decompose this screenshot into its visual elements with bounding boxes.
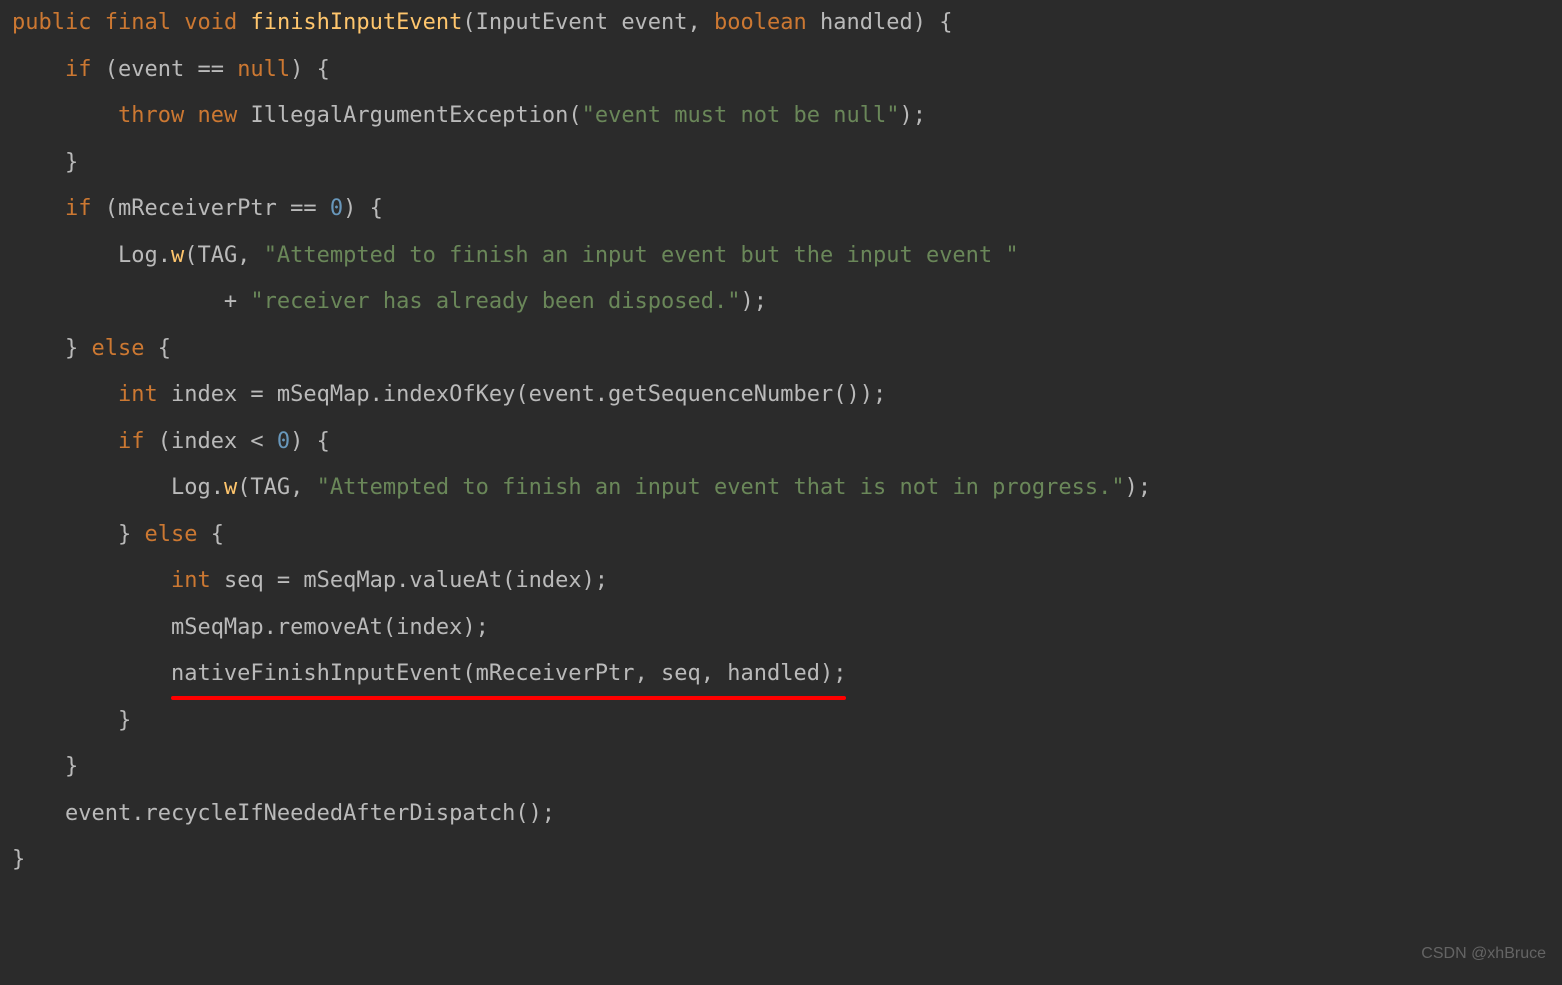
- t: mSeqMap.removeAt(index);: [171, 615, 489, 640]
- str: "receiver has already been disposed.": [250, 289, 740, 314]
- t: (TAG,: [237, 475, 316, 500]
- t: ) {: [343, 196, 383, 221]
- str: "Attempted to finish an input event that…: [317, 475, 1125, 500]
- kw-void: void: [184, 10, 237, 35]
- fn: w: [224, 475, 237, 500]
- red-underline: [171, 696, 847, 700]
- t: +: [224, 289, 251, 314]
- cls: IllegalArgumentException(: [237, 103, 581, 128]
- highlighted-call: nativeFinishInputEvent(mReceiverPtr, seq…: [171, 651, 847, 698]
- t: }: [118, 522, 145, 547]
- t: (event ==: [91, 57, 237, 82]
- kw-throw: throw: [118, 103, 184, 128]
- t: (mReceiverPtr ==: [91, 196, 329, 221]
- params: (InputEvent event,: [462, 10, 714, 35]
- t: );: [1125, 475, 1152, 500]
- str: "event must not be null": [582, 103, 900, 128]
- t: index = mSeqMap.indexOfKey(event.getSequ…: [158, 382, 886, 407]
- t: {: [197, 522, 224, 547]
- brace: }: [65, 754, 78, 779]
- kw-new: new: [197, 103, 237, 128]
- params2: handled) {: [807, 10, 953, 35]
- kw-if: if: [65, 57, 92, 82]
- kw-int: int: [118, 382, 158, 407]
- kw-if: if: [118, 429, 145, 454]
- num: 0: [330, 196, 343, 221]
- t: ) {: [290, 57, 330, 82]
- t: ) {: [290, 429, 330, 454]
- kw-else: else: [91, 336, 144, 361]
- fn-name: finishInputEvent: [250, 10, 462, 35]
- t: }: [65, 336, 92, 361]
- brace: }: [12, 847, 25, 872]
- kw-null: null: [237, 57, 290, 82]
- t: );: [741, 289, 768, 314]
- kw-int: int: [171, 568, 211, 593]
- kw-if: if: [65, 196, 92, 221]
- str: "Attempted to finish an input event but …: [264, 243, 1019, 268]
- t: (index <: [144, 429, 276, 454]
- watermark: CSDN @xhBruce: [1421, 931, 1546, 978]
- t: Log.: [171, 475, 224, 500]
- num: 0: [277, 429, 290, 454]
- brace: }: [118, 708, 131, 733]
- kw-public: public: [12, 10, 91, 35]
- t: );: [899, 103, 926, 128]
- t: (TAG,: [184, 243, 263, 268]
- t: event.recycleIfNeededAfterDispatch();: [65, 801, 555, 826]
- t: Log.: [118, 243, 171, 268]
- code-block: public final void finishInputEvent(Input…: [0, 0, 1562, 884]
- fn: w: [171, 243, 184, 268]
- kw-else: else: [144, 522, 197, 547]
- t: nativeFinishInputEvent(mReceiverPtr, seq…: [171, 661, 847, 686]
- t: seq = mSeqMap.valueAt(index);: [211, 568, 608, 593]
- brace: }: [65, 150, 78, 175]
- t: {: [144, 336, 171, 361]
- kw-final: final: [105, 10, 171, 35]
- kw-boolean: boolean: [714, 10, 807, 35]
